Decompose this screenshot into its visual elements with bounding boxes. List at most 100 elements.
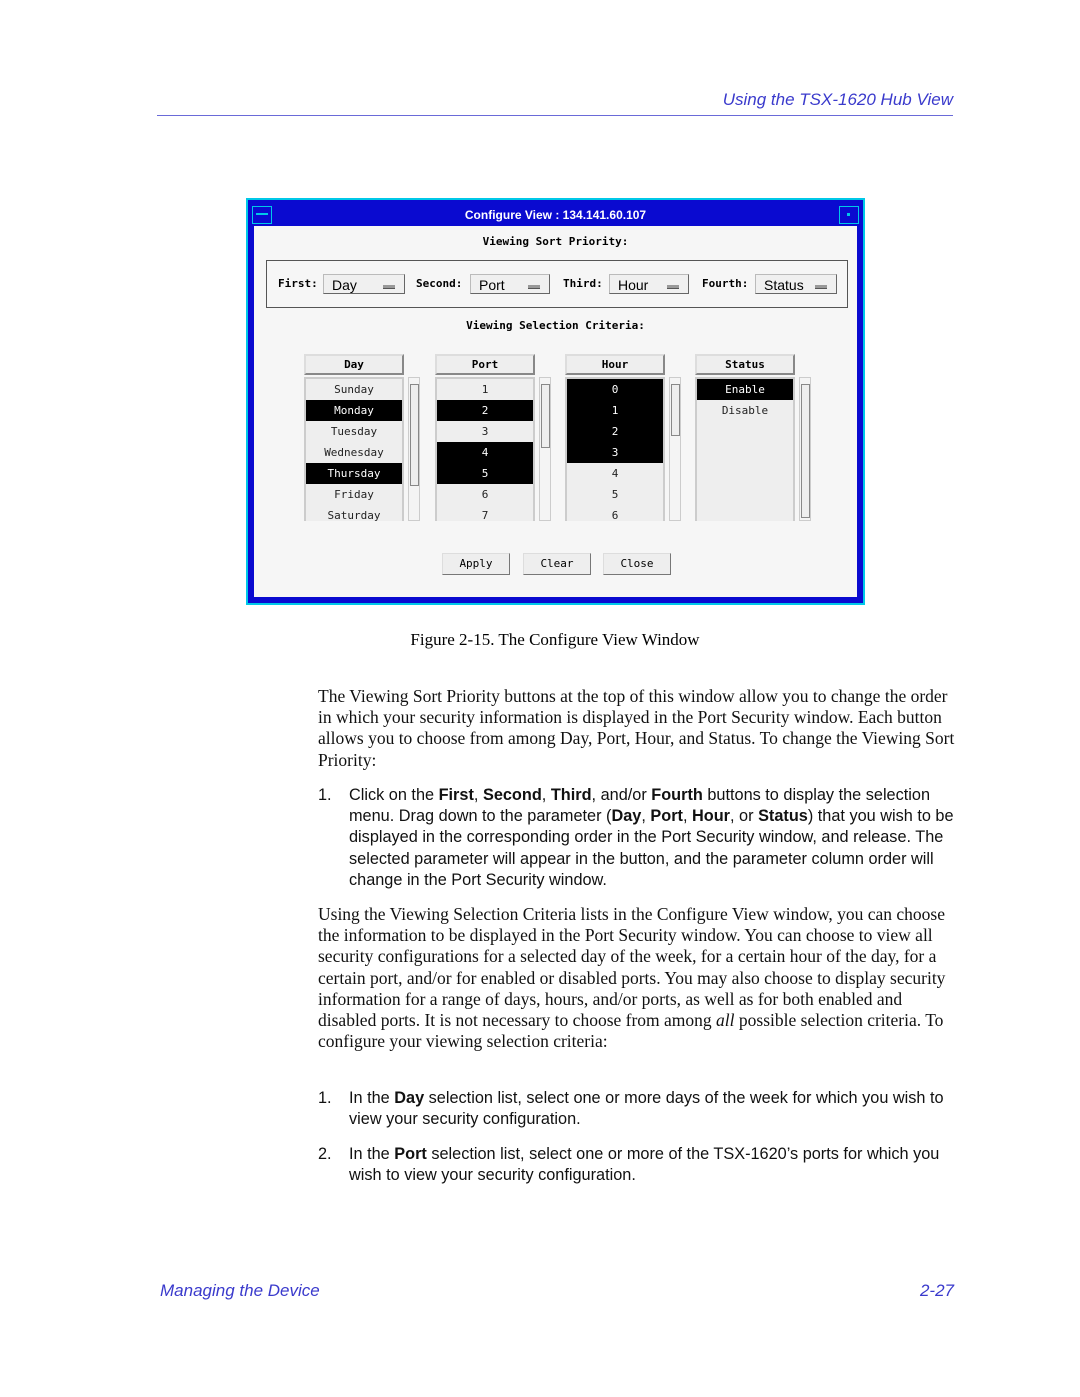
list-item[interactable]: 6: [437, 484, 533, 505]
list-item[interactable]: 5: [437, 463, 533, 484]
first-sort-button[interactable]: Day: [323, 274, 405, 294]
text-run: Click on the: [349, 786, 439, 804]
list-item[interactable]: 4: [437, 442, 533, 463]
bold-term: Port: [394, 1145, 427, 1163]
scrollbar-thumb[interactable]: [671, 384, 680, 436]
second-sort-button[interactable]: Port: [470, 274, 550, 294]
paragraph: The Viewing Sort Priority buttons at the…: [318, 686, 958, 771]
step-number: 2.: [318, 1145, 332, 1163]
text-run: ,: [541, 786, 551, 804]
document-page: Using the TSX-1620 Hub View Configure Vi…: [0, 0, 1080, 1397]
bold-term: First: [438, 786, 474, 804]
maximize-button[interactable]: [839, 206, 859, 224]
footer-chapter: Managing the Device: [160, 1281, 320, 1300]
third-value: Hour: [618, 277, 649, 293]
configure-view-window: Configure View : 134.141.60.107 Viewing …: [246, 198, 865, 605]
header-rule: [157, 115, 953, 116]
list-item[interactable]: Sunday: [306, 379, 402, 400]
list-item[interactable]: 7: [437, 505, 533, 521]
text-run: The Viewing Sort Priority buttons at the…: [318, 686, 955, 770]
bold-term: Third: [550, 786, 592, 804]
first-label: First:: [278, 277, 318, 290]
window-client: Viewing Sort Priority: First: Day Second…: [254, 226, 857, 597]
bold-term: Day: [611, 807, 642, 826]
option-menu-indicator-icon: [528, 285, 540, 289]
day-column-header: Day: [304, 354, 404, 375]
text-run: selection list, select one or more days …: [349, 1089, 944, 1129]
list-item[interactable]: 3: [437, 421, 533, 442]
bold-term: Status: [758, 807, 808, 826]
list-item[interactable]: Thursday: [306, 463, 402, 484]
paragraph: Using the Viewing Selection Criteria lis…: [318, 904, 958, 1052]
second-label: Second:: [416, 277, 463, 290]
text-run: selection list, select one or more of th…: [349, 1145, 940, 1185]
close-button[interactable]: Close: [603, 553, 671, 575]
step-text: In the Port selection list, select one o…: [349, 1144, 958, 1186]
bold-term: Second: [482, 786, 542, 804]
list-item[interactable]: 3: [567, 442, 663, 463]
text-run: In the: [349, 1089, 395, 1107]
bold-term: Fourth: [651, 786, 703, 804]
list-item[interactable]: Disable: [697, 400, 793, 421]
bold-term: Hour: [692, 807, 730, 826]
list-item[interactable]: 4: [567, 463, 663, 484]
status-scrollbar[interactable]: [799, 377, 811, 521]
fourth-value: Status: [764, 277, 804, 293]
scrollbar-thumb[interactable]: [801, 384, 810, 518]
step-number: 1.: [318, 786, 332, 804]
list-item[interactable]: 2: [567, 421, 663, 442]
bold-term: Port: [650, 807, 683, 826]
numbered-step: 2. In the Port selection list, select one…: [318, 1144, 958, 1186]
clear-button[interactable]: Clear: [523, 553, 591, 575]
port-scrollbar[interactable]: [539, 377, 551, 521]
status-selection-list[interactable]: Enable Disable: [695, 377, 795, 521]
hour-scrollbar[interactable]: [669, 377, 681, 521]
fourth-sort-button[interactable]: Status: [755, 274, 837, 294]
list-item[interactable]: 6: [567, 505, 663, 521]
third-sort-button[interactable]: Hour: [609, 274, 689, 294]
first-value: Day: [332, 277, 357, 293]
numbered-step: 1. In the Day selection list, select one …: [318, 1088, 958, 1130]
list-item[interactable]: Monday: [306, 400, 402, 421]
hour-column-header: Hour: [565, 354, 665, 375]
second-value: Port: [479, 277, 505, 293]
text-run: , or: [730, 807, 759, 826]
apply-button[interactable]: Apply: [442, 553, 510, 575]
option-menu-indicator-icon: [383, 285, 395, 289]
option-menu-indicator-icon: [815, 285, 827, 289]
list-item[interactable]: 2: [437, 400, 533, 421]
emphasis: all: [716, 1010, 735, 1031]
bold-term: Day: [394, 1089, 425, 1107]
scrollbar-thumb[interactable]: [410, 384, 419, 486]
list-item[interactable]: 1: [567, 400, 663, 421]
day-scrollbar[interactable]: [408, 377, 420, 521]
list-item[interactable]: 0: [567, 379, 663, 400]
numbered-step: 1. Click on the First, Second, Third, and…: [318, 785, 958, 891]
list-item[interactable]: Enable: [697, 379, 793, 400]
step-text: In the Day selection list, select one or…: [349, 1088, 958, 1130]
list-item[interactable]: Wednesday: [306, 442, 402, 463]
list-item[interactable]: Saturday: [306, 505, 402, 521]
status-column-header: Status: [695, 354, 795, 375]
port-selection-list[interactable]: 1234567: [435, 377, 535, 521]
text-run: ,: [682, 807, 693, 826]
text-run: In the: [349, 1145, 395, 1163]
sort-priority-group: First: Day Second: Port Third: Hour Four…: [266, 260, 848, 308]
page-number: 2-27: [919, 1281, 954, 1300]
hour-selection-list[interactable]: 0123456: [565, 377, 665, 521]
step-text: Click on the First, Second, Third, and/o…: [349, 785, 958, 891]
running-header: Using the TSX-1620 Hub View: [722, 90, 953, 109]
step-number: 1.: [318, 1089, 332, 1107]
scrollbar-thumb[interactable]: [541, 384, 550, 448]
selection-criteria-heading: Viewing Selection Criteria:: [466, 319, 645, 332]
window-title: Configure View : 134.141.60.107: [464, 208, 647, 222]
third-label: Third:: [563, 277, 603, 290]
list-item[interactable]: Friday: [306, 484, 402, 505]
sort-priority-heading: Viewing Sort Priority:: [482, 235, 629, 248]
text-run: , and/or: [591, 786, 652, 804]
list-item[interactable]: 1: [437, 379, 533, 400]
list-item[interactable]: 5: [567, 484, 663, 505]
text-run: ,: [473, 786, 483, 804]
list-item[interactable]: Tuesday: [306, 421, 402, 442]
day-selection-list[interactable]: Sunday Monday Tuesday Wednesday Thursday Frid…: [304, 377, 404, 521]
